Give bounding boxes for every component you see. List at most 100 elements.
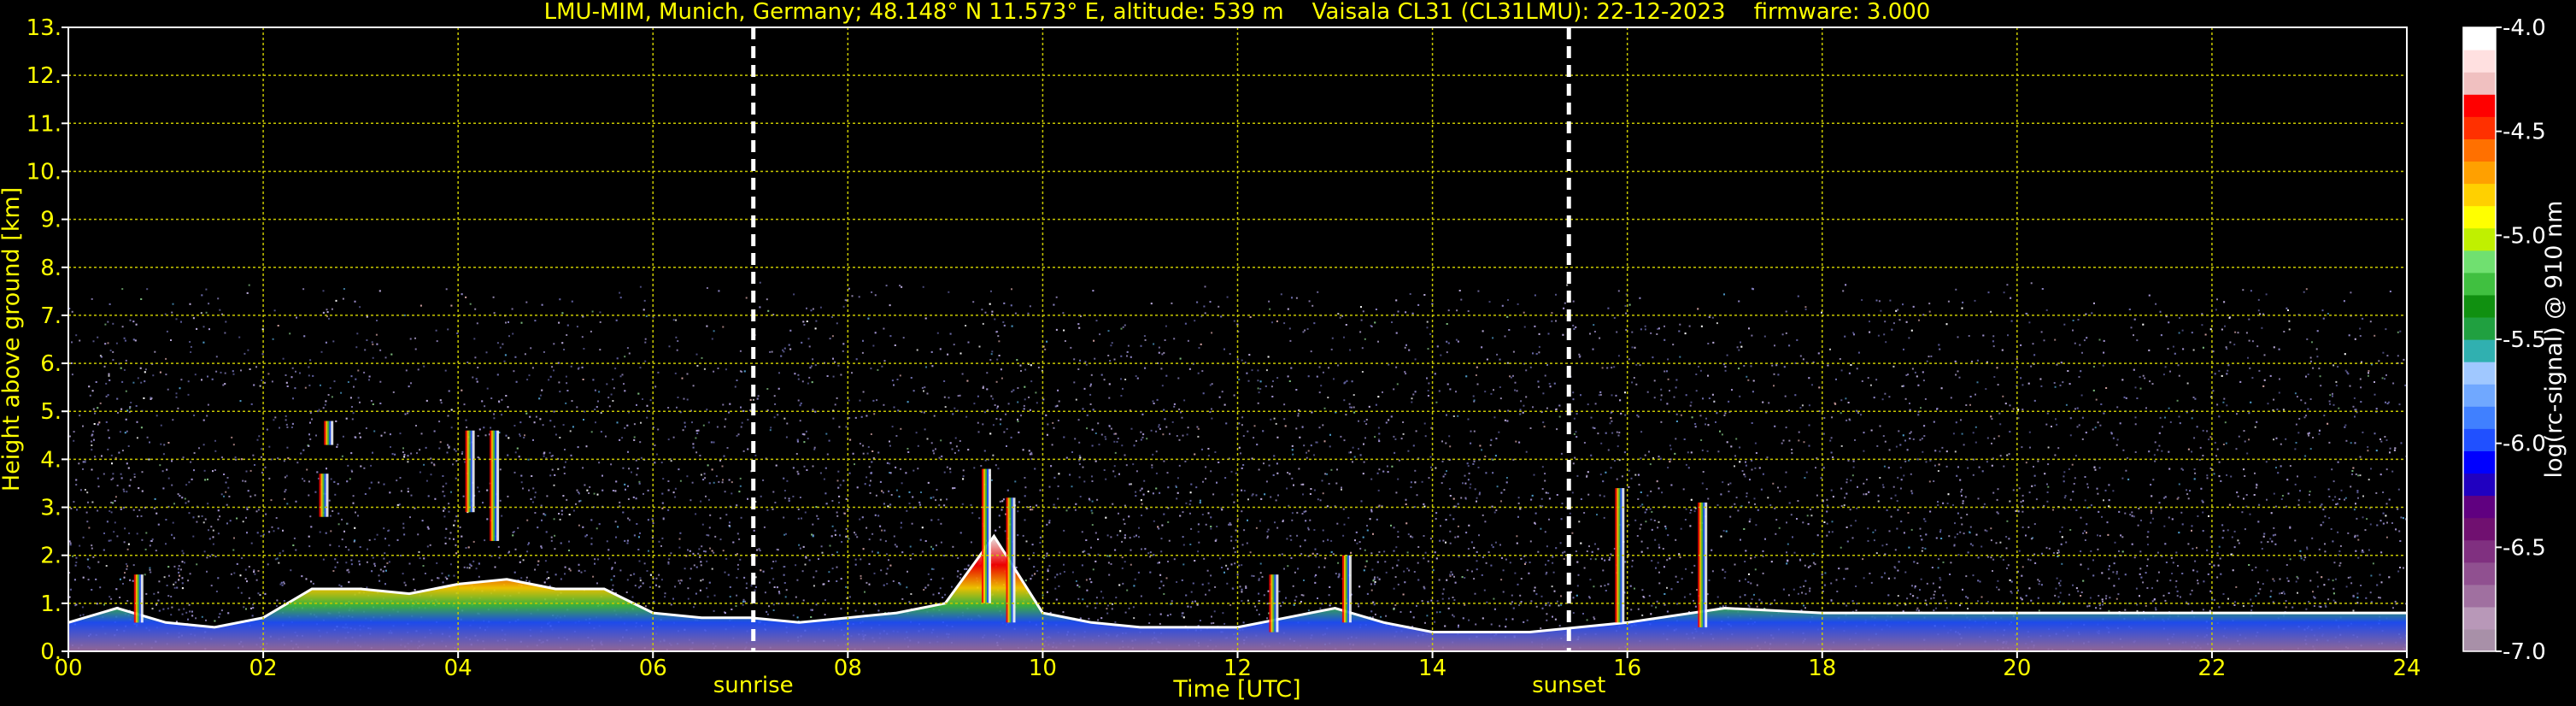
noise-speck (1631, 346, 1634, 349)
noise-speck (146, 436, 149, 438)
noise-speck (346, 522, 349, 525)
noise-speck (1604, 585, 1606, 587)
noise-speck (214, 469, 216, 471)
noise-speck (1353, 406, 1355, 409)
noise-speck (2370, 468, 2372, 470)
noise-speck (1525, 396, 1528, 398)
noise-speck (589, 485, 591, 488)
noise-speck (1097, 422, 1100, 425)
noise-speck (1958, 376, 1961, 379)
noise-speck (97, 485, 100, 488)
noise-speck (1822, 432, 1825, 435)
noise-speck (2273, 398, 2275, 401)
noise-speck (499, 499, 502, 502)
noise-speck (992, 397, 994, 400)
noise-speck (2309, 580, 2312, 582)
noise-speck (1257, 379, 1259, 382)
noise-speck (244, 578, 247, 580)
noise-speck (783, 566, 786, 568)
noise-speck (1667, 358, 1669, 361)
noise-speck (221, 456, 223, 459)
noise-speck (1802, 358, 1804, 361)
noise-speck (260, 456, 262, 458)
noise-speck (1492, 337, 1494, 339)
noise-speck (643, 562, 646, 565)
noise-speck (1141, 436, 1144, 438)
noise-speck (738, 538, 741, 540)
noise-speck (1863, 493, 1865, 496)
noise-speck (2150, 512, 2152, 515)
noise-speck (2353, 509, 2356, 511)
noise-speck (1394, 576, 1397, 579)
noise-speck (2056, 577, 2058, 580)
noise-speck (1241, 424, 1243, 427)
noise-speck (2164, 366, 2167, 368)
noise-speck (2385, 503, 2388, 505)
noise-speck (829, 544, 831, 547)
noise-speck (384, 356, 387, 359)
noise-speck (1972, 574, 1975, 577)
noise-speck (724, 426, 726, 428)
noise-speck (484, 434, 487, 437)
noise-speck (2136, 339, 2139, 342)
noise-speck (559, 391, 561, 393)
noise-speck (1160, 550, 1163, 553)
noise-speck (1657, 562, 1659, 564)
noise-speck (630, 574, 632, 576)
noise-speck (1445, 442, 1447, 444)
noise-speck (2213, 598, 2215, 601)
noise-speck (2244, 475, 2246, 477)
noise-speck (2187, 497, 2190, 500)
noise-speck (526, 519, 529, 521)
noise-speck (1292, 585, 1294, 587)
noise-speck (232, 444, 235, 446)
noise-speck (273, 530, 275, 532)
noise-speck (1520, 578, 1523, 580)
noise-speck (344, 546, 347, 548)
noise-speck (2238, 542, 2240, 544)
noise-speck (1621, 475, 1623, 478)
noise-speck (1728, 483, 1729, 485)
noise-speck (2355, 473, 2357, 475)
noise-speck (2087, 568, 2090, 570)
noise-speck (461, 452, 463, 455)
noise-speck (477, 486, 479, 489)
noise-speck (943, 396, 946, 398)
noise-speck (1203, 557, 1206, 560)
noise-speck (127, 445, 130, 447)
noise-speck (559, 518, 561, 521)
noise-speck (431, 462, 433, 464)
noise-speck (1402, 421, 1405, 423)
noise-speck (2357, 497, 2359, 499)
noise-speck (942, 577, 944, 580)
noise-speck (1881, 398, 1884, 401)
noise-speck (238, 586, 239, 589)
noise-speck (2083, 339, 2086, 342)
noise-speck (413, 578, 415, 580)
noise-speck (2145, 604, 2147, 607)
noise-speck (285, 489, 287, 491)
noise-speck (1897, 476, 1899, 479)
noise-speck (1442, 539, 1445, 542)
noise-speck (576, 326, 578, 328)
noise-speck (718, 480, 720, 483)
noise-speck (2369, 523, 2372, 526)
noise-speck (1140, 595, 1142, 597)
noise-speck (990, 290, 992, 292)
noise-speck (2129, 514, 2132, 516)
noise-speck (2178, 332, 2180, 334)
noise-speck (1524, 562, 1527, 563)
noise-speck (261, 379, 263, 381)
noise-speck (840, 608, 842, 610)
noise-speck (2196, 570, 2198, 573)
noise-speck (1409, 293, 1411, 295)
noise-speck (2307, 374, 2309, 375)
noise-speck (1048, 565, 1051, 568)
noise-speck (1498, 431, 1500, 433)
noise-speck (868, 538, 871, 541)
noise-speck (1905, 374, 1908, 376)
noise-speck (1151, 467, 1153, 469)
noise-speck (1083, 480, 1086, 483)
noise-speck (1062, 312, 1065, 315)
noise-speck (212, 529, 214, 532)
